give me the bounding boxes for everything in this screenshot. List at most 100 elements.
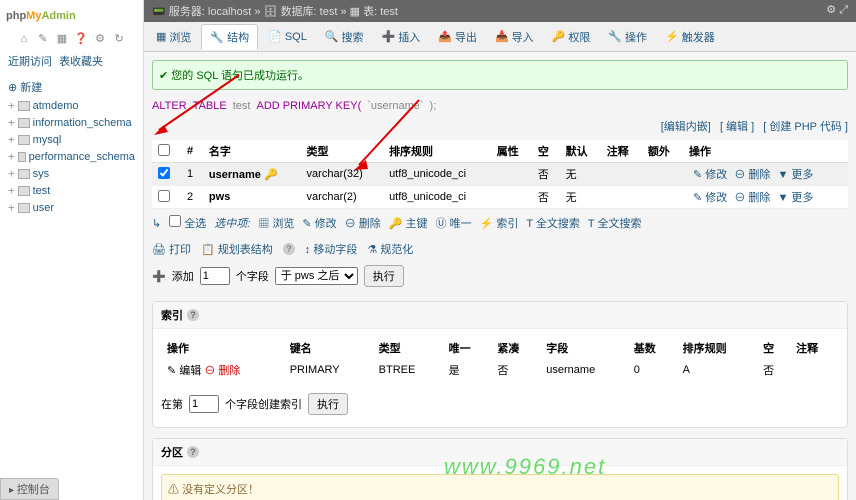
breadcrumb: 📟 服务器: localhost » 🗄 数据库: test » ▦ 表: te… bbox=[144, 0, 856, 22]
col-collation: 排序规则 bbox=[383, 140, 491, 163]
add-where-select[interactable]: 于 pws 之后 bbox=[275, 267, 358, 285]
index-table: 操作 键名 类型 唯一 紧凑 字段 基数 排序规则 空 注释 ✎ 编辑 ⊖ 删除… bbox=[161, 337, 839, 381]
tab-operations[interactable]: 🔧 操作 bbox=[600, 24, 655, 49]
edit-col[interactable]: ✎ 修改 bbox=[693, 169, 727, 181]
bulk-primary[interactable]: 🔑 主键 bbox=[389, 215, 428, 231]
idx-edit[interactable]: ✎ 编辑 bbox=[167, 365, 201, 377]
tabs: ▦ 浏览 🔧 结构 📄 SQL 🔍 搜索 ➕ 插入 📤 导出 📥 导入 🔑 权限… bbox=[144, 22, 856, 52]
propose-link[interactable]: 📋 规划表结构 bbox=[201, 241, 273, 257]
add-icon: ➕ bbox=[152, 270, 166, 283]
normalize-link[interactable]: ⚗ 规范化 bbox=[367, 241, 413, 257]
bulk-unique[interactable]: Ⓤ 唯一 bbox=[436, 215, 472, 231]
help-icon[interactable]: ? bbox=[283, 243, 295, 255]
tab-triggers[interactable]: ⚡ 触发器 bbox=[657, 24, 723, 49]
db-icon bbox=[18, 203, 30, 213]
db-item[interactable]: +sys bbox=[4, 165, 139, 182]
bc-server[interactable]: 📟 服务器: localhost bbox=[152, 6, 251, 18]
edit-link[interactable]: [ 编辑 ] bbox=[720, 121, 754, 133]
add-go-button[interactable]: 执行 bbox=[364, 265, 404, 287]
expand-icon[interactable]: + bbox=[8, 133, 15, 146]
idx-go-button[interactable]: 执行 bbox=[308, 393, 348, 415]
new-icon: ⊕ bbox=[8, 81, 17, 94]
tab-browse[interactable]: ▦ 浏览 bbox=[148, 24, 199, 49]
col-num[interactable]: # bbox=[181, 140, 203, 163]
db-icon bbox=[18, 118, 30, 128]
help-icon[interactable]: ? bbox=[187, 309, 199, 321]
reload-icon[interactable]: ↻ bbox=[112, 32, 126, 46]
idx-drop[interactable]: ⊖ 删除 bbox=[204, 365, 240, 377]
add-column-row: ➕ 添加 个字段 于 pws 之后 执行 bbox=[152, 261, 848, 291]
recent-link[interactable]: 近期访问 bbox=[8, 56, 52, 68]
expand-icon[interactable]: + bbox=[8, 150, 15, 163]
db-icon bbox=[18, 169, 30, 179]
drop-col[interactable]: ⊖ 删除 bbox=[734, 192, 770, 204]
db-item[interactable]: +performance_schema bbox=[4, 148, 139, 165]
col-comment: 注释 bbox=[601, 140, 642, 163]
db-item[interactable]: +test bbox=[4, 182, 139, 199]
idx-count-input[interactable] bbox=[189, 395, 219, 413]
row-checkbox[interactable] bbox=[158, 167, 170, 179]
create-php-link[interactable]: [ 创建 PHP 代码 ] bbox=[763, 121, 848, 133]
bulk-edit[interactable]: ✎ 修改 bbox=[302, 215, 336, 231]
docs-icon[interactable]: ❓ bbox=[74, 32, 88, 46]
tab-sql[interactable]: 📄 SQL bbox=[260, 24, 315, 49]
expand-icon[interactable]: + bbox=[8, 184, 15, 197]
favorites-link[interactable]: 表收藏夹 bbox=[59, 56, 103, 68]
db-item[interactable]: +atmdemo bbox=[4, 97, 139, 114]
sidebar-toolbar: ⌂ ✎ ▦ ❓ ⚙ ↻ bbox=[0, 30, 143, 49]
edit-col[interactable]: ✎ 修改 bbox=[693, 192, 727, 204]
db-tree: ⊕ 新建 +atmdemo +information_schema +mysql… bbox=[0, 73, 143, 220]
bulk-index[interactable]: ⚡ 索引 bbox=[480, 215, 519, 231]
watermark: www.9969.net bbox=[444, 454, 606, 480]
tab-insert[interactable]: ➕ 插入 bbox=[374, 24, 429, 49]
drop-col[interactable]: ⊖ 删除 bbox=[734, 169, 770, 181]
tab-privileges[interactable]: 🔑 权限 bbox=[544, 24, 599, 49]
fullscreen-icon[interactable]: ⤢ bbox=[839, 4, 848, 16]
col-null: 空 bbox=[532, 140, 560, 163]
sql-preview: ALTER TABLE test ADD PRIMARY KEY( `usern… bbox=[152, 96, 848, 116]
gear-icon[interactable]: ⚙ bbox=[826, 4, 836, 16]
col-name[interactable]: 名字 bbox=[203, 140, 301, 163]
expand-icon[interactable]: + bbox=[8, 116, 15, 129]
row-checkbox[interactable] bbox=[158, 190, 170, 202]
edit-inline-link[interactable]: [编辑内嵌] bbox=[661, 121, 711, 133]
new-db[interactable]: ⊕ 新建 bbox=[4, 77, 139, 97]
col-attr: 属性 bbox=[491, 140, 532, 163]
db-item[interactable]: +mysql bbox=[4, 131, 139, 148]
bulk-fulltext2[interactable]: T 全文搜索 bbox=[588, 215, 642, 231]
checkall-header[interactable] bbox=[158, 144, 170, 156]
print-link[interactable]: 🖨 打印 bbox=[152, 241, 191, 257]
expand-icon[interactable]: + bbox=[8, 201, 15, 214]
tab-structure[interactable]: 🔧 结构 bbox=[201, 24, 258, 50]
recent-favorites: 近期访问 表收藏夹 bbox=[0, 49, 143, 73]
help-icon[interactable]: ? bbox=[187, 446, 199, 458]
checkall[interactable]: 全选 bbox=[169, 215, 206, 231]
db-icon bbox=[18, 135, 30, 145]
bulk-fulltext[interactable]: T 全文搜索 bbox=[526, 215, 580, 231]
index-row: ✎ 编辑 ⊖ 删除 PRIMARY BTREE 是 否 username 0 A… bbox=[161, 359, 839, 381]
bulk-drop[interactable]: ⊖ 删除 bbox=[345, 215, 381, 231]
col-type: 类型 bbox=[301, 140, 384, 163]
db-item[interactable]: +user bbox=[4, 199, 139, 216]
tab-import[interactable]: 📥 导入 bbox=[487, 24, 542, 49]
tab-search[interactable]: 🔍 搜索 bbox=[317, 24, 372, 49]
sql-icon[interactable]: ▦ bbox=[55, 32, 69, 46]
table-row: 2 pws varchar(2) utf8_unicode_ci 否 无 ✎ 修… bbox=[152, 186, 848, 209]
bc-db[interactable]: 🗄 数据库: test bbox=[264, 6, 338, 18]
db-item[interactable]: +information_schema bbox=[4, 114, 139, 131]
bc-table[interactable]: ▦ 表: test bbox=[350, 6, 398, 18]
move-link[interactable]: ↕ 移动字段 bbox=[305, 241, 358, 257]
columns-table: # 名字 类型 排序规则 属性 空 默认 注释 额外 操作 1 username… bbox=[152, 140, 848, 209]
add-count-input[interactable] bbox=[200, 267, 230, 285]
bulk-browse[interactable]: ▦ 浏览 bbox=[258, 215, 294, 231]
home-icon[interactable]: ⌂ bbox=[17, 33, 31, 47]
more-col[interactable]: ▼ 更多 bbox=[777, 169, 813, 181]
expand-icon[interactable]: + bbox=[8, 167, 15, 180]
tool-row: 🖨 打印 📋 规划表结构? ↕ 移动字段 ⚗ 规范化 bbox=[152, 237, 848, 261]
logout-icon[interactable]: ✎ bbox=[36, 32, 50, 46]
more-col[interactable]: ▼ 更多 bbox=[777, 192, 813, 204]
expand-icon[interactable]: + bbox=[8, 99, 15, 112]
tab-export[interactable]: 📤 导出 bbox=[430, 24, 485, 49]
settings-icon[interactable]: ⚙ bbox=[93, 32, 107, 46]
console-toggle[interactable]: ▸ 控制台 bbox=[0, 478, 59, 500]
